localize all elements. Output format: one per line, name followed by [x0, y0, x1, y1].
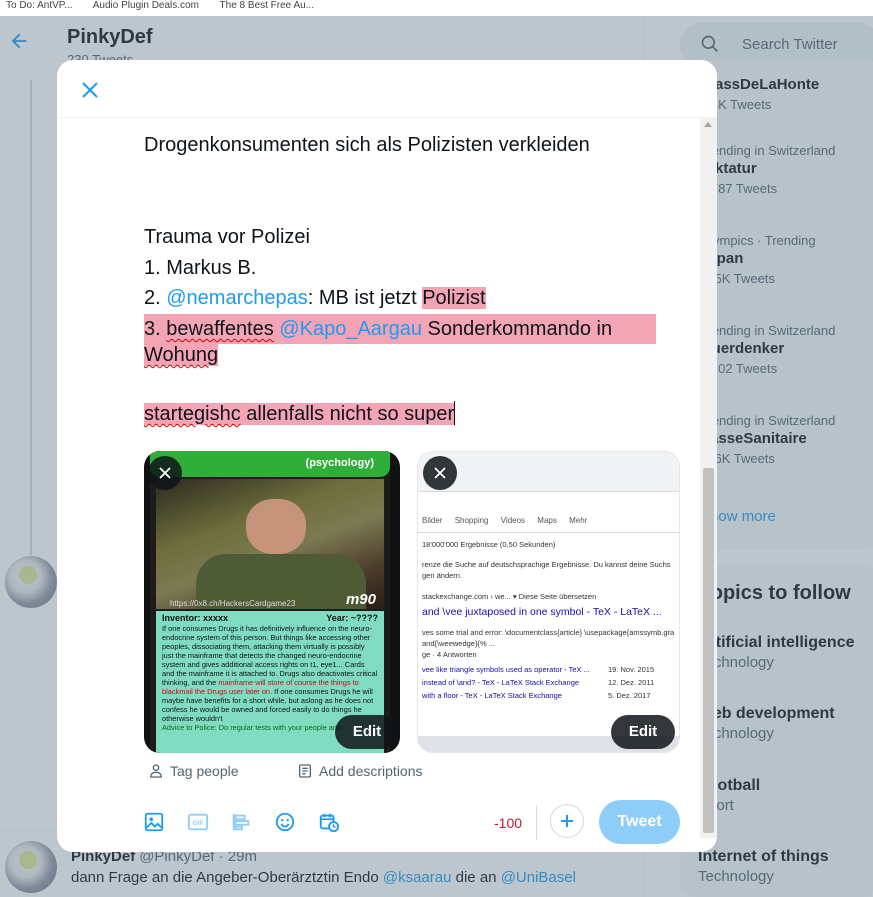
- scrollbar-thumb[interactable]: [703, 468, 714, 833]
- divider: [418, 532, 679, 533]
- over-limit-highlight: Polizist: [422, 287, 486, 309]
- card-url: https://0x8.ch/HackersCardgame23: [170, 599, 296, 608]
- editor-line: 1. Markus B.: [144, 257, 257, 279]
- card-text: If one consumes Drugs it has definitivel…: [162, 624, 378, 723]
- card-title: (psychology): [305, 457, 374, 469]
- result-snippet: ves some trial and error: \documentclass…: [422, 628, 675, 637]
- tab-label: Videos: [500, 516, 526, 525]
- bookmark-item[interactable]: Audio Plugin Deals.com: [93, 0, 199, 11]
- tab-label: Maps: [537, 516, 557, 525]
- related-date: 5. Dez. 2017: [608, 691, 651, 700]
- compose-tweet-dialog: Drogenkonsumenten sich als Polizisten ve…: [57, 60, 717, 852]
- result-site: stackexchange.com › we... ▾ Diese Seite …: [422, 592, 597, 601]
- card-year: Year: ~????: [326, 613, 378, 623]
- tab-label: Mehr: [569, 516, 588, 525]
- related-title: instead of \and? - TeX - LaTeX Stack Exc…: [422, 678, 580, 687]
- editor-line-over-limit: Wohung: [144, 340, 219, 370]
- related-date: 12. Dez. 2011: [608, 678, 655, 687]
- attached-image[interactable]: Bilder Shopping Videos Maps Mehr 18'000'…: [417, 451, 680, 753]
- mention: @Kapo_Aargau: [279, 318, 422, 340]
- remove-media-button[interactable]: [423, 456, 457, 490]
- text-run: allenfalls nicht so super: [240, 403, 455, 425]
- results-count: 18'000'000 Ergebnisse (0,50 Sekunden): [422, 540, 556, 549]
- add-thread-button[interactable]: [550, 804, 584, 838]
- misspelled-word: startegishc: [144, 403, 241, 425]
- editor-line: Drogenkonsumenten sich als Polizisten ve…: [144, 134, 590, 156]
- attached-image[interactable]: (psychology) https://0x8.ch/HackersCardg…: [144, 451, 400, 753]
- tweet-button[interactable]: Tweet: [599, 800, 680, 844]
- bookmark-item[interactable]: To Do: AntVP...: [6, 0, 73, 11]
- related-date: 19. Nov. 2015: [608, 665, 655, 674]
- add-descriptions-button[interactable]: Add descriptions: [297, 763, 423, 779]
- character-counter: -100: [494, 815, 523, 831]
- scroll-up-icon[interactable]: [704, 122, 712, 127]
- restrict-text: gen ändern.: [422, 571, 463, 580]
- card-inventor: Inventor: xxxxx: [162, 613, 229, 623]
- bookmarks-bar: To Do: AntVP... Audio Plugin Deals.com T…: [0, 0, 873, 16]
- card-badge: m90: [345, 591, 376, 608]
- screenshot-search-tabs: Bilder Shopping Videos Maps Mehr: [422, 516, 597, 525]
- hackers-card-image: (psychology) https://0x8.ch/HackersCardg…: [150, 451, 390, 753]
- related-title: vee like triangle symbols used as operat…: [422, 665, 590, 674]
- restrict-text: renze die Suche auf deutschsprachige Erg…: [422, 560, 671, 569]
- editor-line-over-limit: startegishc allenfalls nicht so super: [144, 399, 456, 429]
- tab-label: Shopping: [454, 516, 489, 525]
- emoji-icon[interactable]: [274, 811, 296, 833]
- screenshot-browser-bar: [418, 452, 679, 492]
- close-icon: [434, 467, 446, 479]
- misspelled-word: Wohung: [144, 344, 219, 366]
- close-button[interactable]: [73, 73, 107, 107]
- close-icon: [159, 467, 171, 479]
- card-meta-row: Inventor: xxxxx Year: ~????: [162, 613, 378, 624]
- tab-label: Bilder: [422, 516, 443, 525]
- edit-media-button[interactable]: Edit: [611, 715, 675, 749]
- result-answers: ge · 4 Antworten: [422, 650, 477, 659]
- dialog-header: [57, 60, 717, 118]
- edit-media-button[interactable]: Edit: [335, 715, 399, 749]
- editor-line: 2. @nemarchepas: MB ist jetzt Polizist: [144, 283, 486, 313]
- bookmark-item[interactable]: The 8 Best Free Au...: [220, 0, 315, 11]
- text-run: 2.: [144, 287, 167, 309]
- description-icon: [299, 764, 311, 778]
- poll-icon[interactable]: [230, 811, 252, 833]
- text-run: Sonderkommando in: [421, 318, 613, 340]
- close-icon: [82, 82, 98, 98]
- mention: @nemarchepas: [166, 287, 308, 309]
- text-run: 3.: [144, 318, 167, 340]
- add-descriptions-label: Add descriptions: [319, 763, 423, 779]
- card-header: (psychology): [150, 451, 390, 477]
- tag-people-label: Tag people: [170, 763, 239, 779]
- dialog-scrollbar[interactable]: [700, 118, 717, 838]
- editor-line-over-limit: 3. bewaffentes @Kapo_Aargau Sonderkomman…: [144, 314, 656, 344]
- result-snippet: and{\weewedge}{% ...: [422, 639, 495, 648]
- svg-text:GIF: GIF: [193, 820, 204, 827]
- misspelled-word: bewaffentes: [166, 318, 274, 340]
- result-title: and \vee juxtaposed in one symbol - TeX …: [422, 606, 662, 618]
- text-run: : MB ist jetzt: [307, 287, 423, 309]
- media-icon[interactable]: [143, 811, 165, 833]
- toolbar-divider: [536, 806, 537, 840]
- plus-icon: [561, 815, 573, 827]
- person-icon: [149, 764, 163, 778]
- gif-icon[interactable]: GIF: [187, 811, 209, 833]
- remove-media-button[interactable]: [148, 456, 182, 490]
- card-photo: [156, 479, 384, 609]
- editor-line: Trauma vor Polizei: [144, 226, 310, 248]
- schedule-icon[interactable]: [318, 811, 340, 833]
- related-title: with a floor - TeX - LaTeX Stack Exchang…: [422, 691, 562, 700]
- text-cursor: [454, 401, 456, 425]
- tag-people-button[interactable]: Tag people: [148, 763, 239, 779]
